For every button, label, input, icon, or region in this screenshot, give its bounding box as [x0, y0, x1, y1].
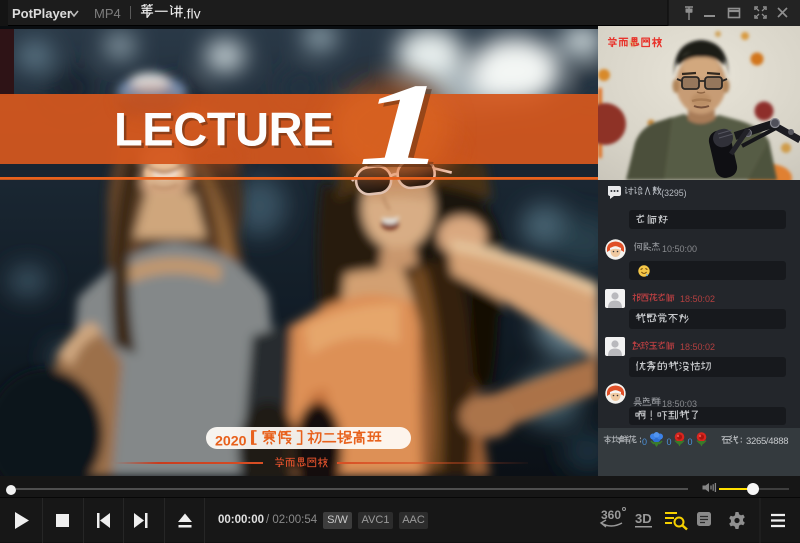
- svg-text:10:50:00: 10:50:00: [662, 244, 697, 254]
- svg-text:3D: 3D: [635, 511, 652, 526]
- svg-text:1: 1: [358, 59, 446, 190]
- svg-text:18:50:02: 18:50:02: [680, 342, 715, 352]
- svg-text:(3295): (3295): [661, 187, 686, 197]
- svg-text:360: 360: [601, 508, 621, 522]
- svg-text:.flv: .flv: [183, 5, 201, 21]
- svg-text:LECTURE: LECTURE: [114, 103, 333, 156]
- svg-text:2020: 2020: [215, 433, 247, 449]
- svg-text:18:50:02: 18:50:02: [680, 294, 715, 304]
